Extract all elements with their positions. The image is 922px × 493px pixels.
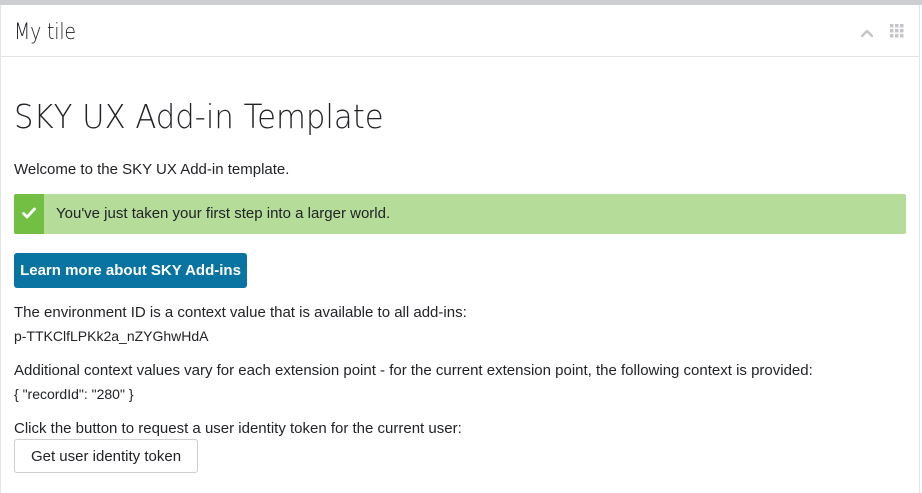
success-alert: You've just taken your first step into a…	[14, 194, 906, 234]
tile-header[interactable]: My tile	[1, 5, 919, 57]
environment-id-value: p-TTKClfLPKk2a_nZYGhwHdA	[14, 328, 209, 344]
grip-icon[interactable]	[890, 24, 904, 38]
context-value: { "recordId": "280" }	[14, 386, 134, 402]
context-label: Additional context values vary for each …	[14, 362, 813, 379]
tile-title: My tile	[14, 20, 76, 45]
welcome-text: Welcome to the SKY UX Add-in template.	[14, 161, 290, 178]
page-title: SKY UX Add-in Template	[14, 97, 384, 136]
check-icon	[22, 207, 36, 219]
environment-id-label: The environment ID is a context value th…	[14, 304, 467, 321]
alert-icon-box	[14, 194, 44, 234]
learn-more-button[interactable]: Learn more about SKY Add-ins	[14, 253, 247, 288]
token-instruction: Click the button to request a user ident…	[14, 420, 462, 437]
alert-text: You've just taken your first step into a…	[56, 205, 391, 222]
get-identity-token-button[interactable]: Get user identity token	[14, 439, 198, 473]
tile: My tile SKY UX Add-in Template Welcome t…	[0, 5, 920, 493]
chevron-up-icon[interactable]	[860, 25, 874, 38]
